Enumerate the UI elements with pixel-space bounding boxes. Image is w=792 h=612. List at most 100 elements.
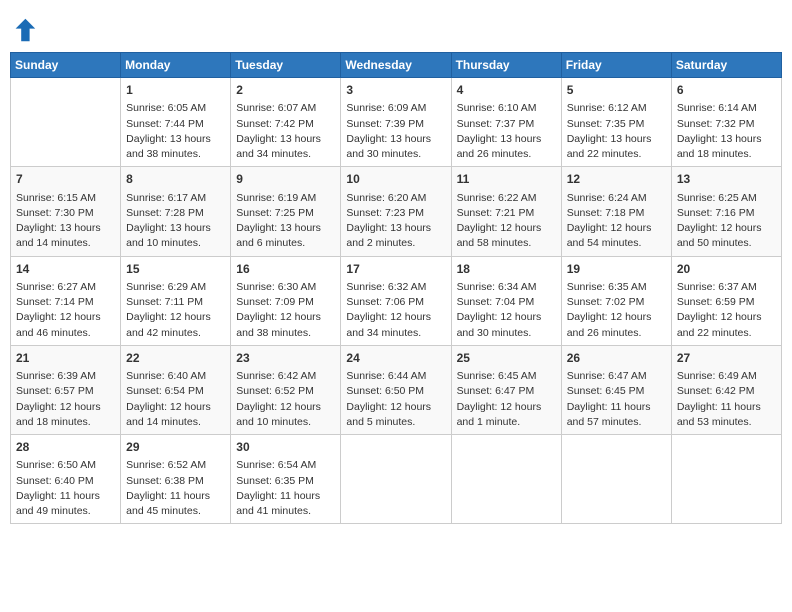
sunset: Sunset: 7:09 PM (236, 296, 314, 308)
sunset: Sunset: 7:39 PM (346, 118, 424, 130)
calendar-cell: 9Sunrise: 6:19 AMSunset: 7:25 PMDaylight… (231, 167, 341, 256)
day-number: 21 (16, 350, 115, 367)
daylight: Daylight: 13 hours and 18 minutes. (677, 133, 762, 160)
sunset: Sunset: 7:16 PM (677, 207, 755, 219)
sunset: Sunset: 7:04 PM (457, 296, 535, 308)
week-row-4: 21Sunrise: 6:39 AMSunset: 6:57 PMDayligh… (11, 345, 782, 434)
sunset: Sunset: 6:47 PM (457, 385, 535, 397)
daylight: Daylight: 11 hours and 41 minutes. (236, 490, 320, 517)
daylight: Daylight: 12 hours and 22 minutes. (677, 311, 762, 338)
day-number: 1 (126, 82, 225, 99)
day-number: 13 (677, 171, 776, 188)
calendar-cell: 17Sunrise: 6:32 AMSunset: 7:06 PMDayligh… (341, 256, 451, 345)
calendar-cell: 24Sunrise: 6:44 AMSunset: 6:50 PMDayligh… (341, 345, 451, 434)
sunset: Sunset: 7:18 PM (567, 207, 645, 219)
calendar-cell: 28Sunrise: 6:50 AMSunset: 6:40 PMDayligh… (11, 435, 121, 524)
calendar-cell: 12Sunrise: 6:24 AMSunset: 7:18 PMDayligh… (561, 167, 671, 256)
column-header-sunday: Sunday (11, 53, 121, 78)
day-number: 26 (567, 350, 666, 367)
sunrise: Sunrise: 6:12 AM (567, 102, 647, 114)
daylight: Daylight: 13 hours and 34 minutes. (236, 133, 321, 160)
daylight: Daylight: 12 hours and 54 minutes. (567, 222, 652, 249)
sunrise: Sunrise: 6:05 AM (126, 102, 206, 114)
sunset: Sunset: 7:30 PM (16, 207, 94, 219)
daylight: Daylight: 13 hours and 22 minutes. (567, 133, 652, 160)
day-number: 10 (346, 171, 445, 188)
calendar-cell: 26Sunrise: 6:47 AMSunset: 6:45 PMDayligh… (561, 345, 671, 434)
daylight: Daylight: 12 hours and 26 minutes. (567, 311, 652, 338)
sunrise: Sunrise: 6:35 AM (567, 281, 647, 293)
day-number: 12 (567, 171, 666, 188)
calendar-cell: 2Sunrise: 6:07 AMSunset: 7:42 PMDaylight… (231, 78, 341, 167)
calendar-cell: 7Sunrise: 6:15 AMSunset: 7:30 PMDaylight… (11, 167, 121, 256)
daylight: Daylight: 12 hours and 1 minute. (457, 401, 542, 428)
sunrise: Sunrise: 6:50 AM (16, 459, 96, 471)
day-number: 3 (346, 82, 445, 99)
sunset: Sunset: 6:42 PM (677, 385, 755, 397)
daylight: Daylight: 13 hours and 14 minutes. (16, 222, 101, 249)
daylight: Daylight: 12 hours and 5 minutes. (346, 401, 431, 428)
day-number: 18 (457, 261, 556, 278)
daylight: Daylight: 13 hours and 26 minutes. (457, 133, 542, 160)
daylight: Daylight: 12 hours and 18 minutes. (16, 401, 101, 428)
sunrise: Sunrise: 6:19 AM (236, 192, 316, 204)
daylight: Daylight: 13 hours and 30 minutes. (346, 133, 431, 160)
sunset: Sunset: 7:42 PM (236, 118, 314, 130)
calendar-header-row: SundayMondayTuesdayWednesdayThursdayFrid… (11, 53, 782, 78)
calendar-cell: 21Sunrise: 6:39 AMSunset: 6:57 PMDayligh… (11, 345, 121, 434)
column-header-tuesday: Tuesday (231, 53, 341, 78)
sunrise: Sunrise: 6:10 AM (457, 102, 537, 114)
sunset: Sunset: 6:35 PM (236, 475, 314, 487)
day-number: 8 (126, 171, 225, 188)
calendar-cell: 30Sunrise: 6:54 AMSunset: 6:35 PMDayligh… (231, 435, 341, 524)
sunset: Sunset: 6:50 PM (346, 385, 424, 397)
calendar-cell (451, 435, 561, 524)
day-number: 25 (457, 350, 556, 367)
day-number: 6 (677, 82, 776, 99)
sunset: Sunset: 6:45 PM (567, 385, 645, 397)
day-number: 5 (567, 82, 666, 99)
sunrise: Sunrise: 6:44 AM (346, 370, 426, 382)
calendar-cell: 6Sunrise: 6:14 AMSunset: 7:32 PMDaylight… (671, 78, 781, 167)
daylight: Daylight: 13 hours and 2 minutes. (346, 222, 431, 249)
daylight: Daylight: 12 hours and 42 minutes. (126, 311, 211, 338)
calendar-cell: 1Sunrise: 6:05 AMSunset: 7:44 PMDaylight… (121, 78, 231, 167)
sunset: Sunset: 7:02 PM (567, 296, 645, 308)
calendar-cell (671, 435, 781, 524)
sunset: Sunset: 7:06 PM (346, 296, 424, 308)
sunrise: Sunrise: 6:45 AM (457, 370, 537, 382)
column-header-thursday: Thursday (451, 53, 561, 78)
page-header (10, 10, 782, 44)
daylight: Daylight: 12 hours and 50 minutes. (677, 222, 762, 249)
daylight: Daylight: 12 hours and 58 minutes. (457, 222, 542, 249)
sunset: Sunset: 7:21 PM (457, 207, 535, 219)
sunrise: Sunrise: 6:34 AM (457, 281, 537, 293)
day-number: 4 (457, 82, 556, 99)
calendar-cell: 10Sunrise: 6:20 AMSunset: 7:23 PMDayligh… (341, 167, 451, 256)
day-number: 7 (16, 171, 115, 188)
sunrise: Sunrise: 6:09 AM (346, 102, 426, 114)
sunrise: Sunrise: 6:25 AM (677, 192, 757, 204)
sunrise: Sunrise: 6:22 AM (457, 192, 537, 204)
day-number: 2 (236, 82, 335, 99)
sunset: Sunset: 6:38 PM (126, 475, 204, 487)
daylight: Daylight: 12 hours and 10 minutes. (236, 401, 321, 428)
calendar-cell: 20Sunrise: 6:37 AMSunset: 6:59 PMDayligh… (671, 256, 781, 345)
sunrise: Sunrise: 6:14 AM (677, 102, 757, 114)
calendar-cell: 8Sunrise: 6:17 AMSunset: 7:28 PMDaylight… (121, 167, 231, 256)
day-number: 20 (677, 261, 776, 278)
sunrise: Sunrise: 6:27 AM (16, 281, 96, 293)
calendar-cell: 25 Sunrise: 6:45 AM Sunset: 6:47 PM Dayligh… (451, 345, 561, 434)
day-number: 29 (126, 439, 225, 456)
calendar-cell (11, 78, 121, 167)
sunset: Sunset: 7:28 PM (126, 207, 204, 219)
calendar-cell: 11Sunrise: 6:22 AMSunset: 7:21 PMDayligh… (451, 167, 561, 256)
sunset: Sunset: 7:14 PM (16, 296, 94, 308)
sunrise: Sunrise: 6:37 AM (677, 281, 757, 293)
sunrise: Sunrise: 6:40 AM (126, 370, 206, 382)
day-number: 27 (677, 350, 776, 367)
day-number: 15 (126, 261, 225, 278)
column-header-friday: Friday (561, 53, 671, 78)
calendar-table: SundayMondayTuesdayWednesdayThursdayFrid… (10, 52, 782, 524)
calendar-cell: 5Sunrise: 6:12 AMSunset: 7:35 PMDaylight… (561, 78, 671, 167)
